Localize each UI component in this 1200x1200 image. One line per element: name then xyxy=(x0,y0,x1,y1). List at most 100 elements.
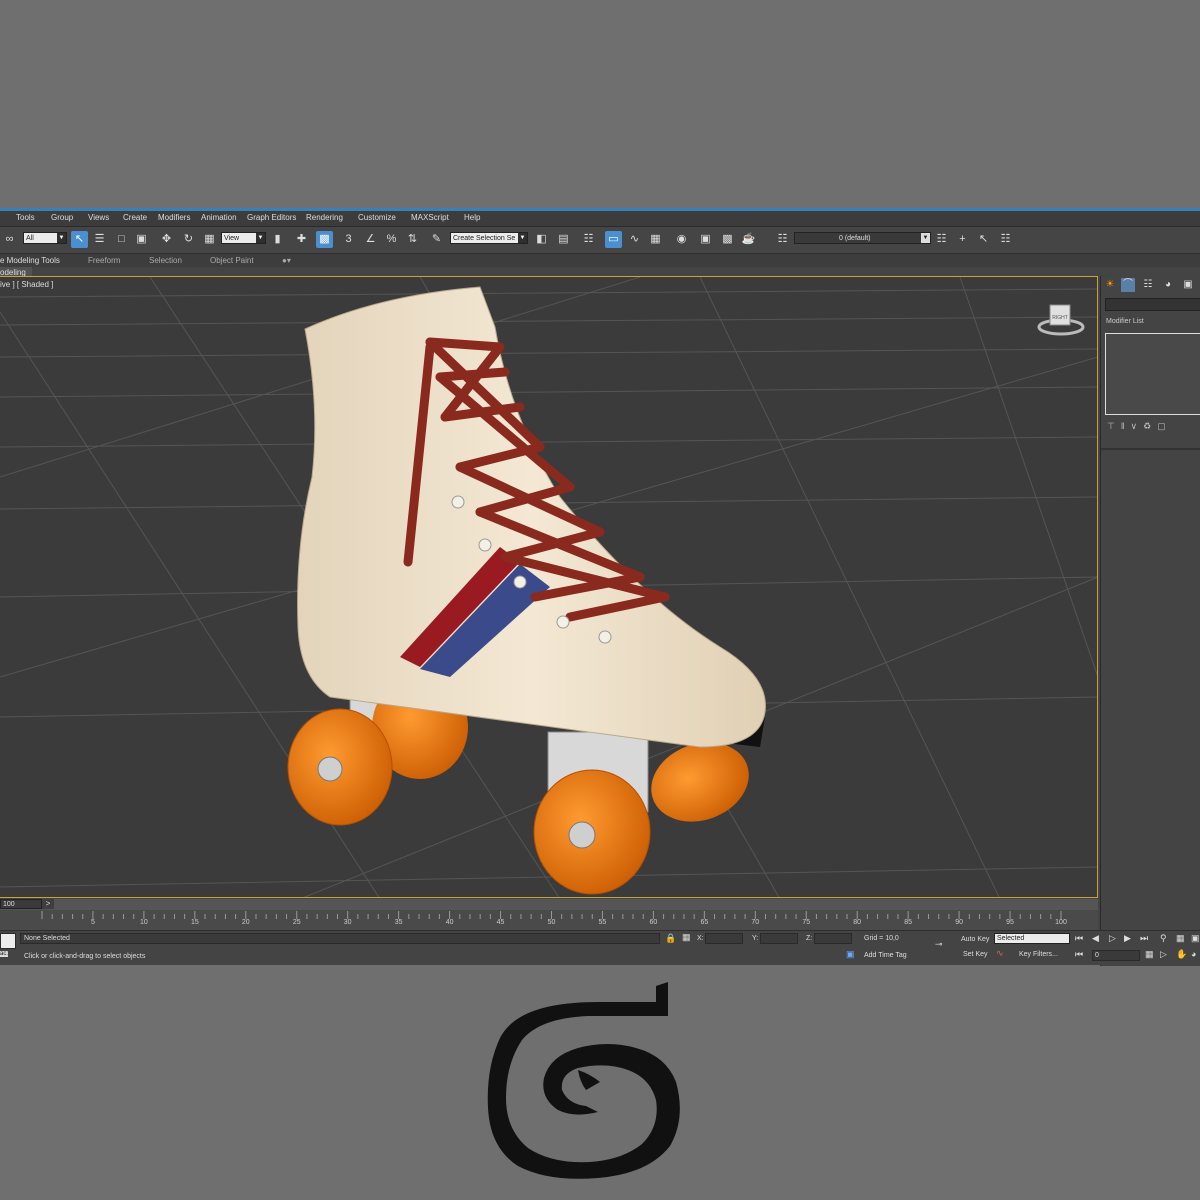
time-configuration-icon[interactable]: ▦ xyxy=(1145,949,1154,960)
track-bar[interactable]: 5 10 15 20 25 30 35 40 45 50 55 60 65 70 75 80 85 90 95 100 xyxy=(0,910,1098,930)
layer-dropdown[interactable]: 0 (default) ▼ xyxy=(794,232,931,244)
set-key-button[interactable]: Set Key xyxy=(963,951,988,958)
maxscript-mini-listener[interactable]: ac: xyxy=(0,951,9,957)
selection-filter-dropdown[interactable]: All ▼ xyxy=(23,232,67,244)
layer-add-icon[interactable]: ☷ xyxy=(933,231,950,248)
orbit-icon[interactable]: ◕ xyxy=(1191,949,1196,959)
z-label: Z: xyxy=(806,935,813,942)
layers-icon[interactable]: ☷ xyxy=(774,231,791,248)
pan-icon[interactable]: ✋ xyxy=(1176,949,1187,960)
add-time-tag[interactable]: Add Time Tag xyxy=(864,952,907,959)
tab-modeling-tools[interactable]: e Modeling Tools xyxy=(0,256,60,265)
menu-customize[interactable]: Customize xyxy=(358,213,396,222)
spinner-snap-icon[interactable]: ⇅ xyxy=(404,231,421,248)
next-frame-button[interactable]: > xyxy=(42,899,54,909)
perspective-viewport[interactable]: ive ] [ Shaded ] RIGHT xyxy=(0,276,1098,898)
menu-animation[interactable]: Animation xyxy=(201,213,237,222)
maxscript-listener-icon[interactable] xyxy=(0,933,16,949)
auto-key-button[interactable]: Auto Key xyxy=(961,936,989,943)
material-editor-icon[interactable]: ◉ xyxy=(673,231,690,248)
field-of-view-icon[interactable]: ▷ xyxy=(1160,949,1167,960)
object-name-field[interactable] xyxy=(1105,298,1200,311)
maximize-viewport-icon[interactable]: ▣ xyxy=(1191,933,1200,944)
layer-properties-icon[interactable]: ☷ xyxy=(997,231,1014,248)
move-icon[interactable]: ✥ xyxy=(158,231,175,248)
layer-manager-icon[interactable]: ☷ xyxy=(580,231,597,248)
x-coordinate-field[interactable] xyxy=(705,933,743,944)
mirror-icon[interactable]: ◧ xyxy=(533,231,550,248)
scale-icon[interactable]: ▦ xyxy=(201,231,218,248)
go-to-end-icon[interactable]: ⏭ xyxy=(1140,933,1148,944)
y-coordinate-field[interactable] xyxy=(760,933,798,944)
select-by-name-icon[interactable]: ☰ xyxy=(91,231,108,248)
schematic-view-icon[interactable]: ▦ xyxy=(647,231,664,248)
status-bar: ac: None Selected Click or click-and-dra… xyxy=(0,930,1200,965)
motion-tab-icon[interactable]: ◕ xyxy=(1161,278,1175,292)
window-crossing-icon[interactable]: ▣ xyxy=(133,231,150,248)
key-mode-dropdown[interactable]: Selected xyxy=(994,933,1070,944)
viewcube-icon[interactable]: RIGHT xyxy=(1036,297,1086,337)
reference-coordinate-dropdown[interactable]: View ▼ xyxy=(221,232,266,244)
key-curve-icon[interactable]: ∿ xyxy=(996,948,1004,959)
go-to-start-icon[interactable]: ⏮ xyxy=(1075,933,1083,944)
previous-frame-icon[interactable]: ◀ xyxy=(1092,933,1099,944)
curve-editor-icon[interactable]: ∿ xyxy=(626,231,643,248)
time-tag-icon[interactable]: ▣ xyxy=(846,949,855,960)
key-filters-button[interactable]: Key Filters... xyxy=(1019,951,1058,958)
z-coordinate-field[interactable] xyxy=(814,933,852,944)
ribbon-options-icon[interactable]: ●▾ xyxy=(282,256,291,265)
toggle-ribbon-icon[interactable]: ▭ xyxy=(605,231,622,248)
rotate-icon[interactable]: ↻ xyxy=(180,231,197,248)
tab-freeform[interactable]: Freeform xyxy=(88,256,120,265)
menu-views[interactable]: Views xyxy=(88,213,109,222)
menu-tools[interactable]: Tools xyxy=(16,213,35,222)
menu-maxscript[interactable]: MAXScript xyxy=(411,213,449,222)
modifier-list-label[interactable]: Modifier List xyxy=(1106,318,1144,325)
modifier-stack[interactable] xyxy=(1105,333,1200,415)
link-icon[interactable]: ∞ xyxy=(1,231,18,248)
select-in-layer-icon[interactable]: ↖ xyxy=(975,231,992,248)
menu-modifiers[interactable]: Modifiers xyxy=(158,213,190,222)
zoom-all-icon[interactable]: ▦ xyxy=(1176,933,1185,944)
keyboard-shortcut-override-icon[interactable]: ▩ xyxy=(316,231,333,248)
edit-named-selection-icon[interactable]: ✎ xyxy=(428,231,445,248)
modifier-stack-controls[interactable]: ⊤‖∨♻▢ xyxy=(1107,421,1172,432)
next-frame-icon[interactable]: ▶ xyxy=(1124,933,1131,944)
time-slider[interactable]: 100 > xyxy=(0,899,1098,910)
time-slider-thumb[interactable]: 100 xyxy=(0,899,42,909)
play-icon[interactable]: ▷ xyxy=(1109,933,1116,944)
key-mode-toggle-icon[interactable]: ⏮ xyxy=(1075,949,1083,960)
render-setup-icon[interactable]: ▣ xyxy=(697,231,714,248)
hierarchy-tab-icon[interactable]: ☷ xyxy=(1141,278,1155,292)
menu-create[interactable]: Create xyxy=(123,213,147,222)
tab-selection[interactable]: Selection xyxy=(149,256,182,265)
track-tick-label: 45 xyxy=(496,919,505,926)
snaps-toggle-icon[interactable]: 3 xyxy=(340,231,357,248)
select-object-icon[interactable]: ↖ xyxy=(71,231,88,248)
align-icon[interactable]: ▤ xyxy=(555,231,572,248)
menu-group[interactable]: Group xyxy=(51,213,73,222)
named-selection-sets-dropdown[interactable]: Create Selection Se ▼ xyxy=(450,232,528,244)
rectangular-selection-icon[interactable]: □ xyxy=(113,231,130,248)
create-tab-icon[interactable]: ☀ xyxy=(1103,278,1117,292)
render-icon[interactable]: ☕ xyxy=(740,231,757,248)
percent-snap-icon[interactable]: % xyxy=(383,231,400,248)
pivot-center-icon[interactable]: ▮ xyxy=(269,231,286,248)
lock-icon[interactable]: 🔒 xyxy=(665,933,676,944)
absolute-mode-icon[interactable]: ▦ xyxy=(682,932,691,943)
create-layer-icon[interactable]: + xyxy=(954,231,971,248)
track-tick-label: 55 xyxy=(598,919,607,926)
selection-status-box: None Selected xyxy=(20,933,660,944)
modify-tab-icon[interactable]: ⌒ xyxy=(1121,278,1135,292)
angle-snap-icon[interactable]: ∠ xyxy=(362,231,379,248)
menu-graph-editors[interactable]: Graph Editors xyxy=(247,213,296,222)
menu-help[interactable]: Help xyxy=(464,213,480,222)
select-manipulate-icon[interactable]: ✚ xyxy=(293,231,310,248)
display-tab-icon[interactable]: ▣ xyxy=(1181,278,1195,292)
zoom-icon[interactable]: ⚲ xyxy=(1160,933,1167,944)
current-frame-field[interactable]: 0 xyxy=(1092,950,1140,961)
tab-object-paint[interactable]: Object Paint xyxy=(210,256,254,265)
key-icon[interactable]: ⊸ xyxy=(935,939,943,950)
rendered-frame-window-icon[interactable]: ▩ xyxy=(719,231,736,248)
menu-rendering[interactable]: Rendering xyxy=(306,213,343,222)
